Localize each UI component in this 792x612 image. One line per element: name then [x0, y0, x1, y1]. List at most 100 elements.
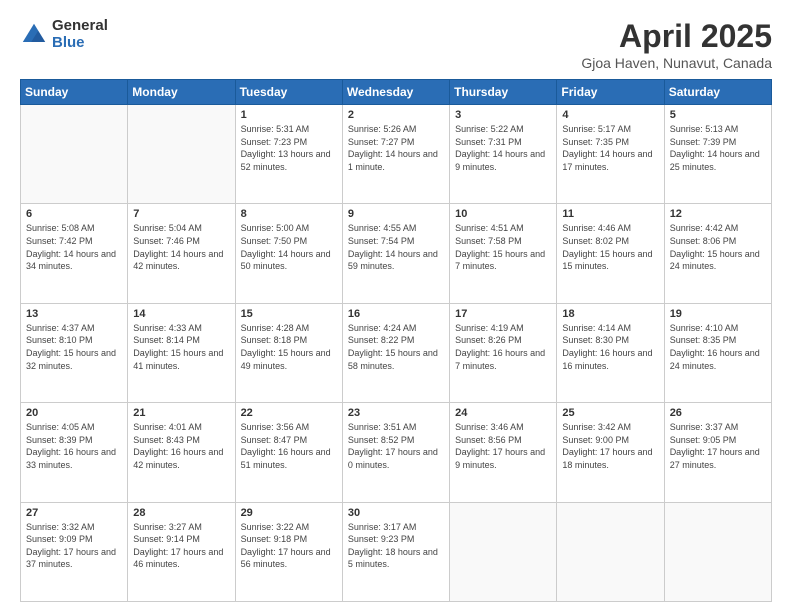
- cell-info: Sunrise: 3:37 AMSunset: 9:05 PMDaylight:…: [670, 421, 766, 471]
- cell-info: Sunrise: 3:51 AMSunset: 8:52 PMDaylight:…: [348, 421, 444, 471]
- day-number: 26: [670, 407, 766, 419]
- day-number: 12: [670, 208, 766, 220]
- table-row: 30Sunrise: 3:17 AMSunset: 9:23 PMDayligh…: [342, 502, 449, 601]
- day-number: 22: [241, 407, 337, 419]
- table-row: 28 Sunrise: 3:27 AMSunset: 9:14 PMDayligh…: [128, 502, 235, 601]
- table-row: [450, 502, 557, 601]
- cell-info: Sunrise: 5:08 AMSunset: 7:42 PMDaylight:…: [26, 222, 122, 272]
- table-row: 15Sunrise: 4:28 AMSunset: 8:18 PMDayligh…: [235, 303, 342, 402]
- table-row: 16Sunrise: 4:24 AMSunset: 8:22 PMDayligh…: [342, 303, 449, 402]
- day-number: 10: [455, 208, 551, 220]
- col-thursday: Thursday: [450, 80, 557, 105]
- day-number: 13: [26, 308, 122, 320]
- calendar-week-row: 6 Sunrise: 5:08 AMSunset: 7:42 PMDaylight…: [21, 204, 772, 303]
- day-number: 28: [133, 507, 229, 519]
- day-number: 18: [562, 308, 658, 320]
- cell-info: Sunrise: 5:00 AMSunset: 7:50 PMDaylight:…: [241, 222, 337, 272]
- table-row: 10 Sunrise: 4:51 AMSunset: 7:58 PMDayligh…: [450, 204, 557, 303]
- day-number: 5: [670, 109, 766, 121]
- cell-info: Sunrise: 3:32 AMSunset: 9:09 PMDaylight:…: [26, 521, 122, 571]
- table-row: 6 Sunrise: 5:08 AMSunset: 7:42 PMDaylight…: [21, 204, 128, 303]
- col-wednesday: Wednesday: [342, 80, 449, 105]
- day-number: 21: [133, 407, 229, 419]
- title-location: Gjoa Haven, Nunavut, Canada: [581, 55, 772, 71]
- table-row: 2Sunrise: 5:26 AMSunset: 7:27 PMDaylight…: [342, 105, 449, 204]
- table-row: 13 Sunrise: 4:37 AMSunset: 8:10 PMDayligh…: [21, 303, 128, 402]
- cell-info: Sunrise: 3:27 AMSunset: 9:14 PMDaylight:…: [133, 521, 229, 571]
- day-number: 19: [670, 308, 766, 320]
- cell-info: Sunrise: 3:46 AMSunset: 8:56 PMDaylight:…: [455, 421, 551, 471]
- table-row: 7 Sunrise: 5:04 AMSunset: 7:46 PMDaylight…: [128, 204, 235, 303]
- calendar-table: Sunday Monday Tuesday Wednesday Thursday…: [20, 79, 772, 602]
- day-number: 1: [241, 109, 337, 121]
- day-number: 23: [348, 407, 444, 419]
- cell-info: Sunrise: 4:46 AMSunset: 8:02 PMDaylight:…: [562, 222, 658, 272]
- table-row: 20 Sunrise: 4:05 AMSunset: 8:39 PMDayligh…: [21, 403, 128, 502]
- calendar-week-row: 1 Sunrise: 5:31 AMSunset: 7:23 PMDaylight…: [21, 105, 772, 204]
- day-number: 3: [455, 109, 551, 121]
- cell-info: Sunrise: 3:42 AMSunset: 9:00 PMDaylight:…: [562, 421, 658, 471]
- table-row: 24 Sunrise: 3:46 AMSunset: 8:56 PMDayligh…: [450, 403, 557, 502]
- table-row: 9 Sunrise: 4:55 AMSunset: 7:54 PMDaylight…: [342, 204, 449, 303]
- cell-info: Sunrise: 4:37 AMSunset: 8:10 PMDaylight:…: [26, 322, 122, 372]
- calendar-header-row: Sunday Monday Tuesday Wednesday Thursday…: [21, 80, 772, 105]
- title-block: April 2025 Gjoa Haven, Nunavut, Canada: [581, 18, 772, 71]
- table-row: 1 Sunrise: 5:31 AMSunset: 7:23 PMDaylight…: [235, 105, 342, 204]
- table-row: [21, 105, 128, 204]
- day-number: 11: [562, 208, 658, 220]
- cell-info: Sunrise: 5:31 AMSunset: 7:23 PMDaylight:…: [241, 123, 337, 173]
- col-tuesday: Tuesday: [235, 80, 342, 105]
- table-row: 29Sunrise: 3:22 AMSunset: 9:18 PMDayligh…: [235, 502, 342, 601]
- cell-info: Sunrise: 4:42 AMSunset: 8:06 PMDaylight:…: [670, 222, 766, 272]
- cell-info: Sunrise: 4:19 AMSunset: 8:26 PMDaylight:…: [455, 322, 551, 372]
- cell-info: Sunrise: 4:55 AMSunset: 7:54 PMDaylight:…: [348, 222, 444, 272]
- cell-info: Sunrise: 5:04 AMSunset: 7:46 PMDaylight:…: [133, 222, 229, 272]
- cell-info: Sunrise: 3:56 AMSunset: 8:47 PMDaylight:…: [241, 421, 337, 471]
- table-row: 27Sunrise: 3:32 AMSunset: 9:09 PMDayligh…: [21, 502, 128, 601]
- table-row: 11 Sunrise: 4:46 AMSunset: 8:02 PMDayligh…: [557, 204, 664, 303]
- day-number: 8: [241, 208, 337, 220]
- cell-info: Sunrise: 4:33 AMSunset: 8:14 PMDaylight:…: [133, 322, 229, 372]
- day-number: 9: [348, 208, 444, 220]
- day-number: 17: [455, 308, 551, 320]
- col-monday: Monday: [128, 80, 235, 105]
- cell-info: Sunrise: 4:51 AMSunset: 7:58 PMDaylight:…: [455, 222, 551, 272]
- table-row: 25 Sunrise: 3:42 AMSunset: 9:00 PMDayligh…: [557, 403, 664, 502]
- cell-info: Sunrise: 4:05 AMSunset: 8:39 PMDaylight:…: [26, 421, 122, 471]
- table-row: 8 Sunrise: 5:00 AMSunset: 7:50 PMDaylight…: [235, 204, 342, 303]
- page: General Blue April 2025 Gjoa Haven, Nuna…: [0, 0, 792, 612]
- day-number: 16: [348, 308, 444, 320]
- table-row: 5 Sunrise: 5:13 AMSunset: 7:39 PMDaylight…: [664, 105, 771, 204]
- header: General Blue April 2025 Gjoa Haven, Nuna…: [20, 18, 772, 71]
- calendar-week-row: 13 Sunrise: 4:37 AMSunset: 8:10 PMDayligh…: [21, 303, 772, 402]
- day-number: 24: [455, 407, 551, 419]
- cell-info: Sunrise: 5:13 AMSunset: 7:39 PMDaylight:…: [670, 123, 766, 173]
- cell-info: Sunrise: 4:14 AMSunset: 8:30 PMDaylight:…: [562, 322, 658, 372]
- day-number: 6: [26, 208, 122, 220]
- day-number: 7: [133, 208, 229, 220]
- day-number: 20: [26, 407, 122, 419]
- table-row: 22 Sunrise: 3:56 AMSunset: 8:47 PMDayligh…: [235, 403, 342, 502]
- table-row: 17 Sunrise: 4:19 AMSunset: 8:26 PMDayligh…: [450, 303, 557, 402]
- logo-general-text: General: [52, 18, 108, 35]
- day-number: 30: [348, 507, 444, 519]
- table-row: [557, 502, 664, 601]
- logo-blue-text: Blue: [52, 35, 108, 52]
- cell-info: Sunrise: 3:22 AMSunset: 9:18 PMDaylight:…: [241, 521, 337, 571]
- table-row: 21Sunrise: 4:01 AMSunset: 8:43 PMDayligh…: [128, 403, 235, 502]
- table-row: 14Sunrise: 4:33 AMSunset: 8:14 PMDayligh…: [128, 303, 235, 402]
- day-number: 4: [562, 109, 658, 121]
- logo-text: General Blue: [52, 18, 108, 51]
- table-row: 19Sunrise: 4:10 AMSunset: 8:35 PMDayligh…: [664, 303, 771, 402]
- table-row: 4 Sunrise: 5:17 AMSunset: 7:35 PMDaylight…: [557, 105, 664, 204]
- col-friday: Friday: [557, 80, 664, 105]
- cell-info: Sunrise: 5:17 AMSunset: 7:35 PMDaylight:…: [562, 123, 658, 173]
- table-row: 12 Sunrise: 4:42 AMSunset: 8:06 PMDayligh…: [664, 204, 771, 303]
- logo-icon: [20, 21, 48, 49]
- logo: General Blue: [20, 18, 108, 51]
- calendar-week-row: 20 Sunrise: 4:05 AMSunset: 8:39 PMDayligh…: [21, 403, 772, 502]
- day-number: 25: [562, 407, 658, 419]
- col-saturday: Saturday: [664, 80, 771, 105]
- table-row: [128, 105, 235, 204]
- table-row: 18 Sunrise: 4:14 AMSunset: 8:30 PMDayligh…: [557, 303, 664, 402]
